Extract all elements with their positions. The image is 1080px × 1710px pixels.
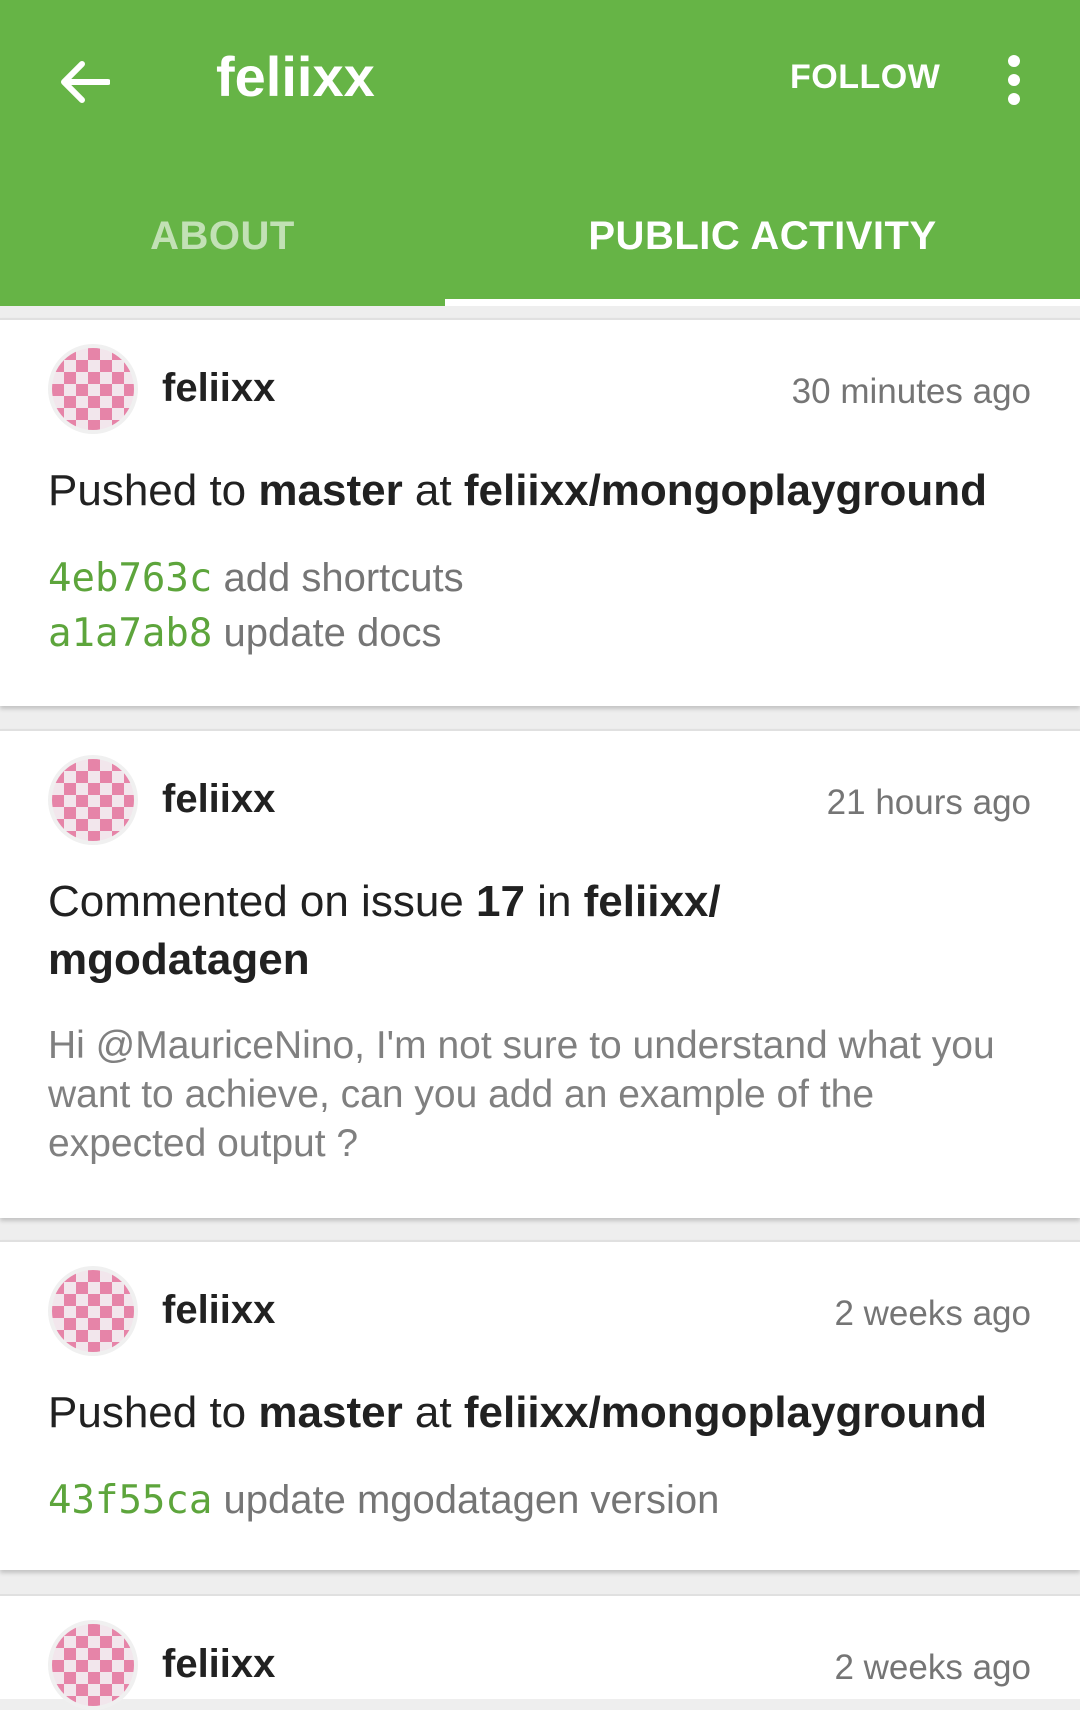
follow-button[interactable]: FOLLOW bbox=[790, 58, 940, 97]
event-description: Pushed to master at feliixx/mongoplaygro… bbox=[48, 462, 1040, 520]
commit-sha[interactable]: a1a7ab8 bbox=[48, 611, 212, 656]
commit-item[interactable]: 43f55ca update mgodatagen version bbox=[48, 1478, 719, 1523]
app-bar: feliixx FOLLOW ABOUT PUBLIC ACTIVITY bbox=[0, 0, 1080, 306]
timestamp: 30 minutes ago bbox=[791, 372, 1031, 411]
event-connector: at bbox=[402, 1388, 464, 1437]
commit-message: update mgodatagen version bbox=[223, 1478, 720, 1522]
activity-card[interactable]: feliixx 2 weeks ago Pushed to master at … bbox=[0, 1240, 1080, 1570]
commit-message: add shortcuts bbox=[223, 556, 464, 600]
repo-owner[interactable]: feliixx/ bbox=[584, 877, 721, 926]
event-connector: in bbox=[524, 877, 584, 926]
event-verb: Pushed to bbox=[48, 1388, 259, 1437]
more-vertical-icon bbox=[1008, 55, 1020, 105]
activity-card[interactable]: feliixx 30 minutes ago Pushed to master … bbox=[0, 318, 1080, 706]
activity-card[interactable]: feliixx 2 weeks ago bbox=[0, 1594, 1080, 1710]
arrow-back-icon bbox=[61, 61, 110, 103]
event-verb: Commented on issue bbox=[48, 877, 476, 926]
username[interactable]: feliixx bbox=[162, 1288, 275, 1333]
issue-number[interactable]: 17 bbox=[476, 877, 525, 926]
event-verb: Pushed to bbox=[48, 466, 259, 515]
branch-name[interactable]: master bbox=[258, 1388, 402, 1437]
comment-preview: Hi @MauriceNino, I'm not sure to underst… bbox=[48, 1024, 995, 1165]
back-button[interactable] bbox=[52, 50, 116, 114]
tab-about[interactable]: ABOUT bbox=[0, 200, 445, 272]
avatar[interactable] bbox=[48, 755, 138, 845]
tab-indicator bbox=[445, 299, 1080, 306]
timestamp: 2 weeks ago bbox=[834, 1294, 1031, 1333]
avatar[interactable] bbox=[48, 1620, 138, 1710]
event-connector: at bbox=[402, 466, 464, 515]
username[interactable]: feliixx bbox=[162, 1642, 275, 1687]
tab-public-activity[interactable]: PUBLIC ACTIVITY bbox=[445, 200, 1080, 272]
repo-name[interactable]: mgodatagen bbox=[48, 935, 310, 984]
more-options-button[interactable] bbox=[990, 52, 1038, 108]
event-description: Commented on issue 17 in feliixx/mgodata… bbox=[48, 873, 808, 989]
commit-sha[interactable]: 4eb763c bbox=[48, 556, 212, 601]
avatar[interactable] bbox=[48, 344, 138, 434]
repo-name[interactable]: feliixx/mongoplayground bbox=[464, 1388, 987, 1437]
commit-item[interactable]: a1a7ab8 update docs bbox=[48, 611, 441, 656]
event-description: Pushed to master at feliixx/mongoplaygro… bbox=[48, 1384, 1040, 1442]
timestamp: 2 weeks ago bbox=[834, 1648, 1031, 1687]
username[interactable]: feliixx bbox=[162, 777, 275, 822]
commit-item[interactable]: 4eb763c add shortcuts bbox=[48, 556, 464, 601]
page-title: feliixx bbox=[216, 45, 375, 108]
avatar[interactable] bbox=[48, 1266, 138, 1356]
activity-card[interactable]: feliixx 21 hours ago Commented on issue … bbox=[0, 729, 1080, 1218]
username[interactable]: feliixx bbox=[162, 366, 275, 411]
timestamp: 21 hours ago bbox=[826, 783, 1031, 822]
commit-sha[interactable]: 43f55ca bbox=[48, 1478, 212, 1523]
repo-name[interactable]: feliixx/mongoplayground bbox=[464, 466, 987, 515]
branch-name[interactable]: master bbox=[258, 466, 402, 515]
commit-message: update docs bbox=[223, 611, 442, 655]
